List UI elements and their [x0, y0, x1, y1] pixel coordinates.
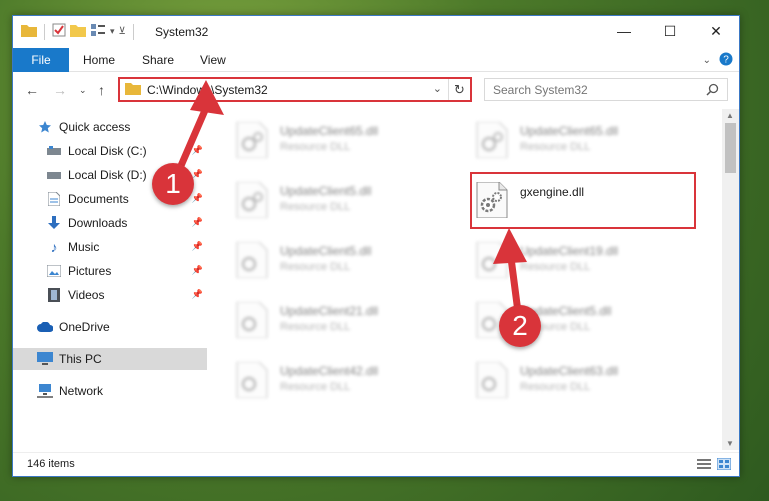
arrowhead-up: [493, 228, 527, 264]
annotation-arrows: [176, 80, 527, 316]
step-2-badge: 2: [499, 305, 541, 347]
arrow-to-file: [507, 254, 522, 316]
step-1-badge: 1: [152, 163, 194, 205]
arrow-to-address-bar: [176, 104, 210, 172]
arrowhead-up: [190, 80, 224, 115]
